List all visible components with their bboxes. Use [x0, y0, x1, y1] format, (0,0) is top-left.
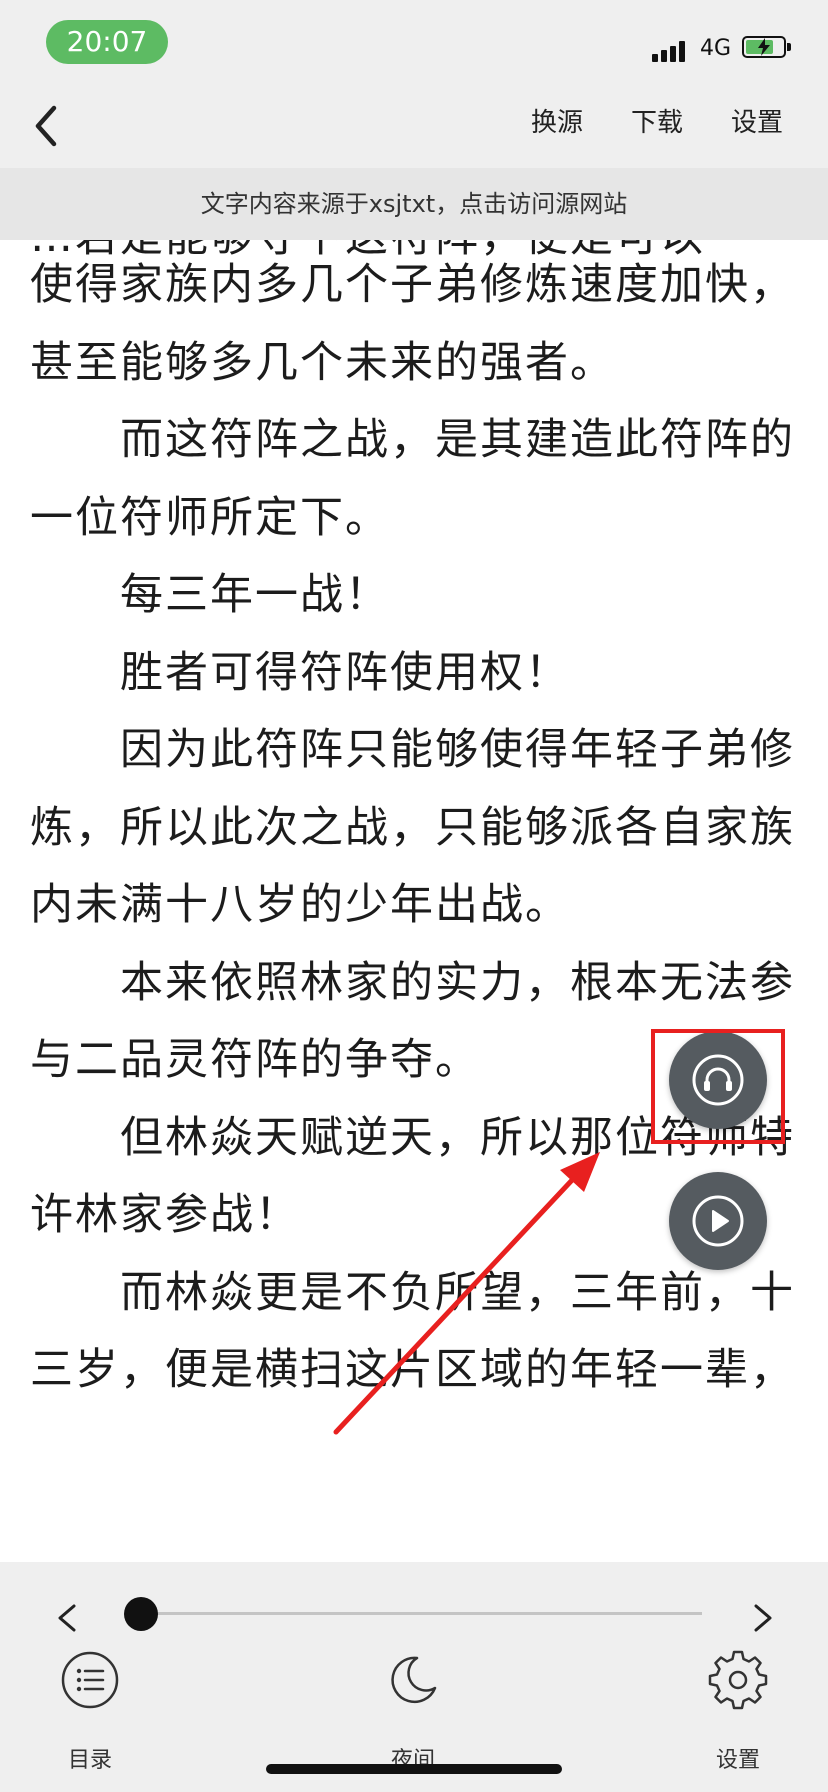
content-line: 三岁，便是横扫这片区域的年轻一辈，	[30, 1345, 795, 1395]
content-line: 内未满十八岁的少年出战。	[30, 880, 570, 930]
prev-chapter-button[interactable]	[48, 1598, 88, 1638]
content-line: 甚至能够多几个未来的强者。	[30, 337, 615, 388]
content-line: 而林焱更是不负所望，三年前，十	[120, 1267, 795, 1318]
night-mode-button[interactable]: 夜间	[353, 1650, 473, 1773]
next-chapter-button[interactable]	[742, 1598, 782, 1638]
reader-bottom-bar: 目录 夜间 设置	[0, 1562, 828, 1792]
top-settings-button[interactable]: 设置	[731, 102, 783, 139]
progress-slider-thumb[interactable]	[124, 1597, 158, 1631]
list-icon	[61, 1651, 119, 1709]
catalog-label: 目录	[67, 1748, 112, 1773]
content-line: 因为此符阵只能够使得年轻子弟修	[120, 725, 795, 775]
content-line: 胜者可得符阵使用权！	[120, 647, 570, 698]
content-line: 而这符阵之战，是其建造此符阵的	[120, 415, 795, 465]
settings-label: 设置	[715, 1748, 760, 1773]
source-notice-link[interactable]: 文字内容来源于xsjtxt，点击访问源网站	[0, 168, 828, 240]
settings-button[interactable]: 设置	[678, 1650, 798, 1773]
reading-content[interactable]: …若是能够夺下这符阵，便是可以使得家族内多几个子弟修炼速度加快，甚至能够多几个未…	[0, 240, 828, 1562]
download-button[interactable]: 下载	[631, 102, 683, 139]
play-button[interactable]	[669, 1172, 767, 1270]
network-type: 4G	[700, 36, 732, 61]
status-bar: 20:07 4G	[0, 0, 828, 84]
moon-icon	[391, 1656, 437, 1704]
content-line: 使得家族内多几个子弟修炼速度加快，	[30, 260, 795, 310]
reader-top-bar: 换源 下载 设置	[0, 84, 828, 168]
content-line: 与二品灵符阵的争夺。	[30, 1035, 480, 1085]
catalog-button[interactable]: 目录	[30, 1650, 150, 1773]
play-icon	[692, 1195, 744, 1247]
content-line: 本来依照林家的实力，根本无法参	[120, 957, 795, 1008]
annotation-highlight-box	[651, 1029, 785, 1144]
gear-icon	[708, 1650, 768, 1710]
change-source-button[interactable]: 换源	[531, 102, 583, 139]
back-button[interactable]	[22, 98, 78, 154]
chevron-right-icon	[754, 1604, 772, 1632]
status-time: 20:07	[46, 20, 168, 64]
content-line: 每三年一战！	[120, 570, 390, 620]
back-arrow-icon	[35, 105, 57, 147]
content-line: 一位符师所定下。	[30, 492, 390, 543]
signal-icon	[652, 40, 688, 62]
home-indicator	[266, 1764, 562, 1774]
content-line: 炼，所以此次之战，只能够派各自家族	[30, 802, 795, 853]
chapter-progress-slider[interactable]	[140, 1612, 702, 1615]
chevron-left-icon	[58, 1604, 76, 1632]
battery-icon	[742, 36, 791, 58]
content-line: 许林家参战！	[30, 1190, 300, 1240]
